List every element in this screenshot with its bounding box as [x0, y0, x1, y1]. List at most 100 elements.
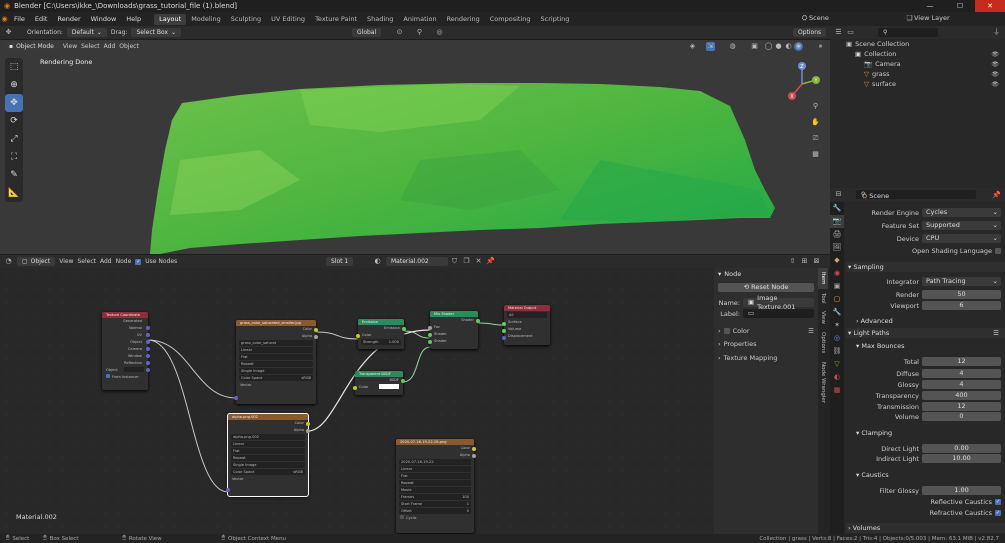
presets-icon[interactable]: ☰ — [993, 328, 999, 338]
indirect-light-field[interactable]: 10.00 — [922, 454, 1001, 463]
texture-tab-icon[interactable]: ▦ — [830, 384, 844, 397]
node-menu-node[interactable]: Node — [116, 258, 132, 265]
node-snap-target-icon[interactable]: ⊠ — [812, 257, 821, 266]
object-field[interactable] — [124, 367, 144, 372]
transparency-field[interactable]: 400 — [922, 391, 1001, 400]
outliner-row-camera[interactable]: 📷 Camera 👁 — [830, 59, 1005, 69]
data-tab-icon[interactable]: ▽ — [830, 358, 844, 371]
visibility-eye-icon[interactable]: 👁 — [991, 61, 999, 68]
viewport-menu-select[interactable]: Select — [81, 43, 100, 50]
projection-dropdown[interactable]: Flat — [399, 473, 471, 479]
reset-node-button[interactable]: ⟲ Reset Node — [718, 283, 814, 292]
material-shading-icon[interactable]: ◐ — [784, 42, 793, 51]
properties-panel[interactable]: › Properties — [718, 338, 814, 350]
visibility-eye-icon[interactable]: 👁 — [991, 51, 999, 58]
reflective-caustics-checkbox[interactable]: ✓ — [995, 498, 1001, 505]
feature-set-dropdown[interactable]: Supported ⌄ — [922, 221, 1001, 230]
tool-tab-icon[interactable]: 🔧 — [830, 202, 844, 215]
menu-help[interactable]: Help — [121, 15, 146, 23]
light-paths-panel-header[interactable]: ▾ Light Paths ☰ — [846, 328, 1005, 338]
offset-field[interactable]: Offset 0 — [399, 508, 471, 514]
modifier-tab-icon[interactable]: 🔧 — [830, 306, 844, 319]
viewport-samples-field[interactable]: 6 — [922, 301, 1001, 310]
node-menu-view[interactable]: View — [59, 258, 73, 265]
node-image-texture-sequence[interactable]: 2020-07-16-19-22-28.png Color Alpha 2020… — [396, 439, 476, 533]
outliner-row-surface[interactable]: ▽ surface 👁 — [830, 79, 1005, 89]
filter-glossy-field[interactable]: 1.00 — [922, 486, 1001, 495]
editor-type-icon[interactable]: ⊟ — [834, 190, 843, 199]
caustics-panel-header[interactable]: ▾ Caustics — [854, 470, 1005, 480]
unlink-icon[interactable]: ✕ — [474, 257, 483, 266]
interpolation-dropdown[interactable]: Linear — [231, 441, 305, 447]
physics-tab-icon[interactable]: ◎ — [830, 332, 844, 345]
outliner-row-collection[interactable]: ▣ Collection 👁 — [830, 49, 1005, 59]
material-name-field[interactable]: Material.002 — [386, 257, 448, 266]
direct-light-field[interactable]: 0.00 — [922, 444, 1001, 453]
node-editor-canvas[interactable]: Texture Coordinate Generated Normal UV O… — [0, 268, 714, 534]
cyclic-checkbox[interactable] — [400, 515, 404, 519]
node-material-output[interactable]: Material Output All Surface Volume Displ… — [502, 305, 550, 345]
output-target-dropdown[interactable]: All — [507, 312, 547, 318]
drag-dropdown[interactable]: Select Box ⌄ — [131, 28, 182, 37]
blender-menu-icon[interactable]: ◉ — [0, 15, 9, 24]
fake-user-shield-icon[interactable]: ⛉ — [450, 257, 459, 266]
node-label-field[interactable]: ▭ — [743, 309, 814, 318]
collection-tab-icon[interactable]: ▣ — [830, 280, 844, 293]
material-sphere-icon[interactable]: ◐ — [373, 257, 382, 266]
frames-field[interactable]: Frames 100 — [399, 494, 471, 500]
workspace-tab-shading[interactable]: Shading — [362, 14, 398, 25]
perspective-grid-icon[interactable]: ▦ — [811, 150, 820, 166]
color-space-dropdown[interactable]: Color Space sRGB — [231, 469, 305, 475]
visibility-eye-icon[interactable]: 👁 — [991, 81, 999, 88]
color-swatch[interactable] — [379, 384, 399, 389]
maximize-button[interactable]: ☐ — [945, 0, 975, 12]
particles-tab-icon[interactable]: ✶ — [830, 319, 844, 332]
workspace-tab-modeling[interactable]: Modeling — [186, 14, 226, 25]
visibility-eye-icon[interactable]: 👁 — [991, 71, 999, 78]
editor-type-icon[interactable]: ◔ — [4, 257, 13, 266]
proportional-edit-icon[interactable]: ◎ — [435, 28, 444, 37]
navigation-gizmo[interactable]: Z Y X — [780, 60, 824, 104]
projection-dropdown[interactable]: Flat — [231, 448, 305, 454]
node-emission[interactable]: Emission Emission Color Strength 1.000 — [356, 319, 406, 349]
image-file-field[interactable]: grass_color_saturat — [239, 340, 313, 346]
node-texture-coordinate[interactable]: Texture Coordinate Generated Normal UV O… — [102, 312, 150, 390]
extension-dropdown[interactable]: Repeat — [399, 480, 471, 486]
slot-dropdown[interactable]: Slot 1 — [326, 257, 354, 266]
render-tab-icon[interactable]: 📷 — [830, 215, 844, 228]
menu-file[interactable]: File — [9, 15, 30, 23]
minimize-button[interactable]: — — [915, 0, 945, 12]
filter-icon[interactable]: ⏚ — [992, 28, 1001, 37]
menu-render[interactable]: Render — [52, 15, 85, 23]
extension-dropdown[interactable]: Repeat — [239, 361, 313, 367]
max-bounces-panel-header[interactable]: ▾ Max Bounces — [854, 341, 1005, 351]
close-button[interactable]: ✕ — [975, 0, 1005, 12]
transform-tool-icon[interactable]: ⛶ — [5, 148, 23, 166]
editor-type-icon[interactable]: ☰ — [834, 28, 843, 37]
image-file-field[interactable]: 2020-07-16-19-22 — [399, 459, 471, 465]
rendered-shading-icon[interactable]: ◉ — [794, 42, 803, 51]
pin-icon[interactable]: 📌 — [486, 257, 495, 266]
view-layer-selector[interactable]: ❏View Layer — [905, 14, 949, 23]
move-tool-icon[interactable]: ✥ — [5, 94, 23, 112]
tab-tool[interactable]: Tool — [818, 289, 828, 308]
orientation-dropdown[interactable]: Default ⌄ — [66, 28, 107, 37]
pin-icon[interactable]: 📌 — [992, 191, 1001, 200]
camera-view-icon[interactable]: ⎚ — [811, 134, 820, 150]
tab-options[interactable]: Options — [818, 328, 828, 357]
node-image-texture-alpha[interactable]: alpha.png.002 Color Alpha alpha.png.002 … — [226, 413, 310, 497]
strength-field[interactable]: Strength 1.000 — [361, 339, 401, 345]
snap-node-icon[interactable]: ⊞ — [800, 257, 809, 266]
constraints-tab-icon[interactable]: ⛓ — [830, 345, 844, 358]
pan-hand-icon[interactable]: ✋ — [811, 118, 820, 134]
node-menu-select[interactable]: Select — [77, 258, 96, 265]
transmission-field[interactable]: 12 — [922, 402, 1001, 411]
view-layer-tab-icon[interactable]: 🖼 — [830, 241, 844, 254]
device-dropdown[interactable]: CPU ⌄ — [922, 234, 1001, 243]
3d-viewport[interactable]: Rendering Done Z Y X ⚲ ✋ ⎚ ▦ — [0, 40, 830, 254]
projection-dropdown[interactable]: Flat — [239, 354, 313, 360]
start-frame-field[interactable]: Start Frame 1 — [399, 501, 471, 507]
tab-view[interactable]: View — [818, 307, 828, 328]
node-menu-add[interactable]: Add — [100, 258, 112, 265]
workspace-tab-rendering[interactable]: Rendering — [442, 14, 485, 25]
